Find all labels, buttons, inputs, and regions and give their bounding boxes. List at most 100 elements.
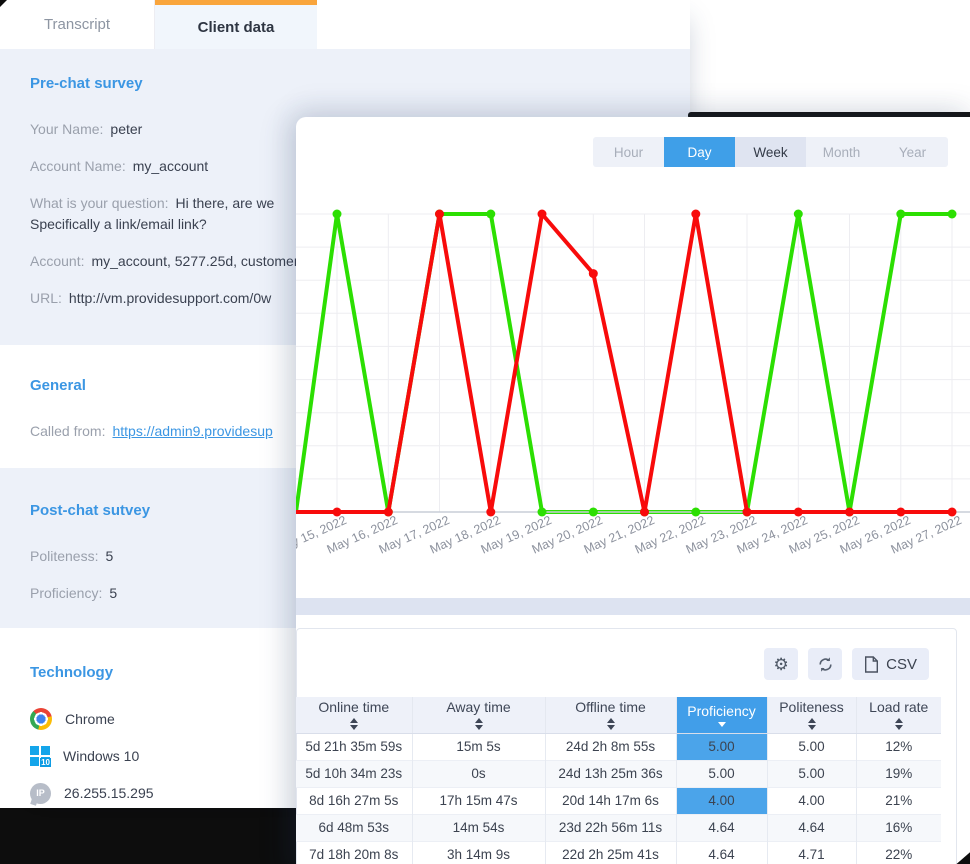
range-tab-hour[interactable]: Hour [593,137,664,167]
sort-icon [718,722,726,727]
sort-icon [895,718,903,730]
range-tab-year[interactable]: Year [877,137,948,167]
table-cell[interactable]: 4.64 [767,814,856,841]
field-label: URL: [30,290,62,306]
field-label: Called from: [30,423,105,439]
table-cell[interactable]: 14m 54s [412,814,545,841]
reports-popup: HourDayWeekMonthYear May 15, 2022May 16,… [296,117,970,864]
column-header-proficiency[interactable]: Proficiency [676,697,767,733]
tab-transcript[interactable]: Transcript [0,0,155,49]
column-label: Away time [446,699,510,715]
table-cell[interactable]: 24d 2h 8m 55s [545,733,676,760]
table-cell[interactable]: 6d 48m 53s [296,814,412,841]
table-cell[interactable]: 4.64 [676,841,767,864]
table-cell[interactable]: 15m 5s [412,733,545,760]
table-cell[interactable]: 19% [856,760,941,787]
technology-label: 26.255.15.295 [64,785,154,801]
horizontal-scrollbar[interactable] [296,598,970,615]
table-cell[interactable]: 5.00 [676,733,767,760]
ip-icon: IP [30,783,51,804]
column-header-politeness[interactable]: Politeness [767,697,856,733]
field-value: my_account [133,158,208,174]
csv-label: CSV [886,656,917,673]
table-toolbar: ⚙ [764,648,929,680]
column-label: Load rate [869,699,928,715]
sort-icon [475,718,483,730]
table-cell[interactable]: 5.00 [767,733,856,760]
table-cell[interactable]: 5d 10h 34m 23s [296,760,412,787]
field-label: Account: [30,253,84,269]
table-cell[interactable]: 5.00 [676,760,767,787]
table-cell[interactable]: 7d 18h 20m 8s [296,841,412,864]
table-cell[interactable]: 4.71 [767,841,856,864]
desktop-background-corner [0,806,300,864]
stats-table: Online time Away time Offline time Proficie… [296,697,941,864]
range-tab-week[interactable]: Week [735,137,806,167]
line-chart [296,201,970,541]
field-label: Account Name: [30,158,126,174]
client-panel-tabbar: TranscriptClient data [0,0,690,49]
field-value-link[interactable]: https://admin9.providesup [112,423,272,439]
table-cell[interactable]: 3h 14m 9s [412,841,545,864]
refresh-icon [817,656,834,673]
table-cell[interactable]: 4.00 [767,787,856,814]
table-cell[interactable]: 12% [856,733,941,760]
field-value: 5 [105,548,113,564]
file-icon [864,656,879,673]
table-cell[interactable]: 20d 14h 17m 6s [545,787,676,814]
field-value: http://vm.providesupport.com/0w [69,290,271,306]
column-label: Proficiency [687,703,755,719]
table-cell[interactable]: 23d 22h 56m 11s [545,814,676,841]
table-cell[interactable]: 16% [856,814,941,841]
field-label: Proficiency: [30,585,102,601]
gear-icon: ⚙ [774,656,789,673]
sort-icon [808,718,816,730]
sort-icon [607,718,615,730]
column-header-online-time[interactable]: Online time [296,697,412,733]
windows-icon: 10 [30,746,50,766]
field-label: Politeness: [30,548,98,564]
settings-button[interactable]: ⚙ [764,648,798,680]
tab-client-data[interactable]: Client data [155,0,317,49]
table-row: 5d 10h 34m 23s0s24d 13h 25m 36s5.005.001… [296,760,941,787]
column-label: Offline time [575,699,646,715]
technology-label: Chrome [65,711,115,727]
table-cell[interactable]: 22% [856,841,941,864]
table-cell[interactable]: 22d 2h 25m 41s [545,841,676,864]
table-cell[interactable]: 24d 13h 25m 36s [545,760,676,787]
table-cell[interactable]: 5.00 [767,760,856,787]
technology-label: Windows 10 [63,748,139,764]
range-tab-month[interactable]: Month [806,137,877,167]
field-value: peter [110,121,142,137]
table-row: 8d 16h 27m 5s17h 15m 47s20d 14h 17m 6s4.… [296,787,941,814]
range-tab-day[interactable]: Day [664,137,735,167]
chrome-icon [30,708,52,730]
field-value: 5 [109,585,117,601]
screen: TranscriptClient data Pre-chat survey Yo… [0,0,970,864]
sort-icon [350,718,358,730]
table-cell[interactable]: 8d 16h 27m 5s [296,787,412,814]
range-tabs: HourDayWeekMonthYear [593,137,948,167]
pre-chat-survey-title: Pre-chat survey [30,75,690,92]
export-csv-button[interactable]: CSV [852,648,929,680]
table-row: 7d 18h 20m 8s3h 14m 9s22d 2h 25m 41s4.64… [296,841,941,864]
x-axis-labels: May 15, 2022May 16, 2022May 17, 2022May … [296,513,970,575]
column-label: Online time [318,699,389,715]
table-cell[interactable]: 5d 21h 35m 59s [296,733,412,760]
column-header-away-time[interactable]: Away time [412,697,545,733]
column-label: Politeness [779,699,844,715]
table-cell[interactable]: 4.00 [676,787,767,814]
table-cell[interactable]: 0s [412,760,545,787]
column-header-offline-time[interactable]: Offline time [545,697,676,733]
table-cell[interactable]: 17h 15m 47s [412,787,545,814]
stats-card: ⚙ [296,628,957,864]
table-cell[interactable]: 21% [856,787,941,814]
table-row: 6d 48m 53s14m 54s23d 22h 56m 11s4.644.64… [296,814,941,841]
refresh-button[interactable] [808,648,842,680]
field-label: Your Name: [30,121,103,137]
column-header-load-rate[interactable]: Load rate [856,697,941,733]
field-value: Hi there, are we [176,195,275,211]
field-value: my_account, 5277.25d, customer [91,253,298,269]
table-row: 5d 21h 35m 59s15m 5s24d 2h 8m 55s5.005.0… [296,733,941,760]
table-cell[interactable]: 4.64 [676,814,767,841]
